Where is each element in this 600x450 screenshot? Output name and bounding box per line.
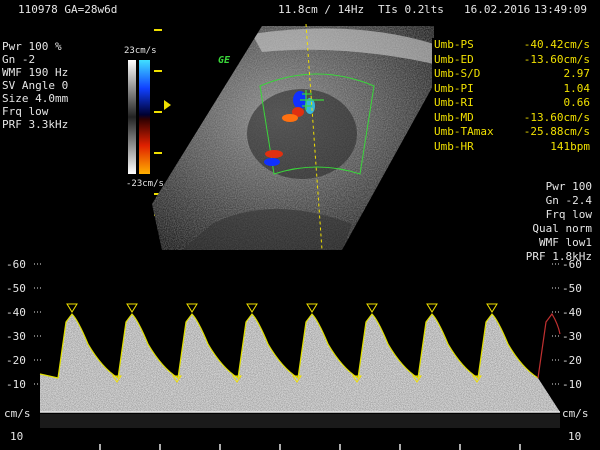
measurement-row: Umb-MD -13.60cm/s (434, 110, 590, 124)
measurement-row: Umb-PS -40.42cm/s (434, 38, 590, 51)
tis-index: TIs 0.2 (378, 3, 425, 16)
time-scale (99, 444, 521, 450)
velocity-tick-label: -60 (6, 258, 26, 271)
measurement-row: Umb-TAmax -25.88cm/s (434, 125, 590, 138)
depth-frequency: 11.8cm / 14Hz (278, 3, 365, 16)
param-frequency: Frq low (2, 105, 49, 118)
patient-id: 110978 GA=28w6d (18, 3, 118, 16)
peak-systolic-marker (486, 303, 498, 313)
measurement-row: Umb-HR 141bpm (434, 139, 590, 153)
param-size: Size 4.0mm (2, 92, 69, 105)
peak-systolic-marker (306, 303, 318, 313)
exam-time: 13:49:09 (534, 3, 587, 16)
param-gain: Gn -2 (2, 53, 36, 66)
velocity-tick-label: -10 (562, 378, 582, 391)
param-power: Pwr 100 (545, 180, 592, 193)
velocity-tick-label: -30 (562, 330, 582, 343)
below-tick-left: 10 (10, 430, 23, 443)
param-power: Pwr 100 % (2, 40, 62, 53)
peak-systolic-marker (66, 303, 78, 313)
param-frequency: Frq low (545, 208, 592, 221)
spectral-doppler-trace[interactable]: -60 -50 -40 -30 -20 -10 -60 -50 -40 -30 -20 -10 cm… (0, 252, 600, 450)
velocity-tick-label: -10 (6, 378, 26, 391)
velocity-tick-label: -20 (6, 354, 26, 367)
velocity-tick-label: -20 (562, 354, 582, 367)
velocity-scale-right: -60 -50 -40 -30 -20 -10 (552, 258, 582, 391)
velocity-tick-label: -40 (6, 306, 26, 319)
measurement-row: Umb-RI 0.66 (434, 96, 590, 109)
unit-label-right: cm/s (562, 407, 589, 420)
velocity-colorbar (128, 60, 150, 174)
peak-systolic-marker (366, 303, 378, 313)
velocity-tick-label: -50 (562, 282, 582, 295)
param-wmf: WMF low1 (539, 236, 592, 249)
ge-logo: GE (218, 55, 231, 66)
below-tick-right: 10 (568, 430, 581, 443)
param-gain: Gn -2.4 (545, 194, 592, 207)
param-quality: Qual norm (532, 222, 592, 235)
unit-label-left: cm/s (4, 407, 31, 420)
header-bar: 110978 GA=28w6d 11.8cm / 14Hz TIs 0.2 lt… (0, 0, 600, 18)
param-prf: PRF 3.3kHz (2, 118, 69, 131)
peak-systolic-marker (126, 303, 138, 313)
velocity-tick-label: -60 (562, 258, 582, 271)
velocity-scale-left: -60 -50 -40 -30 -20 -10 (6, 258, 42, 391)
below-baseline-band (40, 414, 560, 428)
envelope-tail (537, 312, 561, 379)
its-index: lts (424, 3, 444, 16)
exam-date: 16.02.2016 (464, 3, 531, 16)
measurement-panel: Umb-PS -40.42cm/s Umb-ED -13.60cm/s Umb-S/… (432, 38, 592, 156)
ultrasound-bmode-image[interactable] (152, 24, 434, 250)
param-wmf: WMF 190 Hz (2, 66, 69, 79)
measurement-row: Umb-ED -13.60cm/s (434, 52, 590, 66)
measurement-row: Umb-PI 1.04 (434, 81, 590, 95)
velocity-tick-label: -50 (6, 282, 26, 295)
color-doppler-params: Pwr 100 % Gn -2 WMF 190 Hz SV Angle 0 Si… (2, 40, 68, 131)
peak-systolic-marker (426, 303, 438, 313)
param-sv-angle: SV Angle 0 (2, 79, 69, 92)
velocity-tick-label: -40 (562, 306, 582, 319)
peak-systolic-marker (186, 303, 198, 313)
measurement-row: Umb-S/D 2.97 (434, 67, 590, 80)
peak-systolic-marker (246, 303, 258, 313)
velocity-tick-label: -30 (6, 330, 26, 343)
